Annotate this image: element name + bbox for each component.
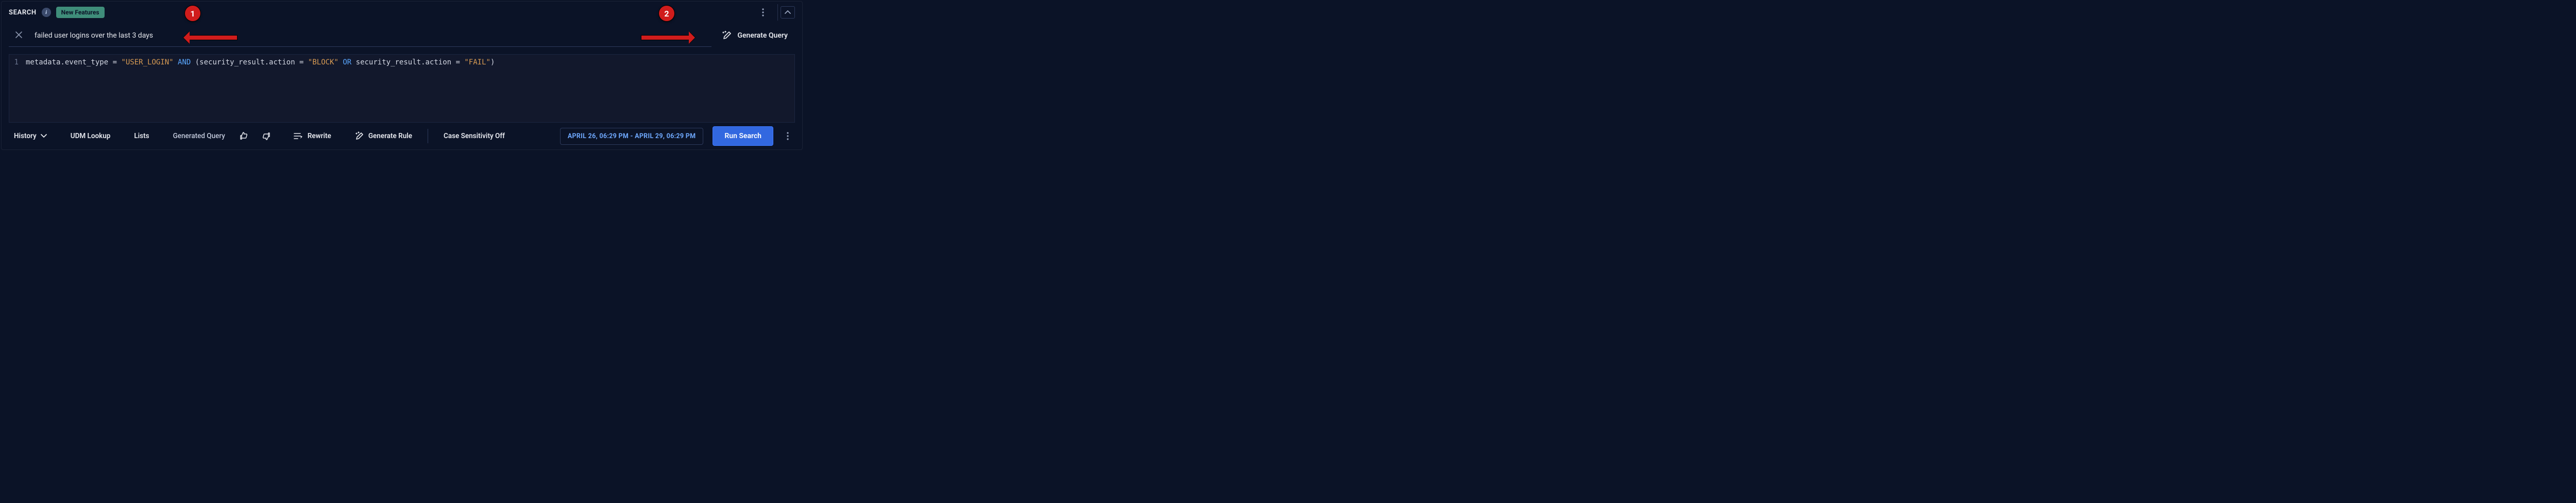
udm-lookup-button[interactable]: UDM Lookup xyxy=(65,129,116,143)
bottom-toolbar: History UDM Lookup Lists Generated Query… xyxy=(2,123,802,149)
generate-rule-button[interactable]: Generate Rule xyxy=(350,128,417,144)
search-header: SEARCH i New Features xyxy=(2,2,802,22)
thumbs-down-icon xyxy=(262,132,270,140)
search-title: SEARCH xyxy=(9,9,37,16)
natural-language-text: failed user logins over the last 3 days xyxy=(35,31,708,40)
info-icon[interactable]: i xyxy=(42,8,51,17)
clear-nl-icon[interactable] xyxy=(14,30,23,40)
natural-language-input[interactable]: failed user logins over the last 3 days xyxy=(9,24,711,47)
magic-wand-icon xyxy=(355,131,364,141)
time-range-picker[interactable]: APRIL 26, 06:29 PM - APRIL 29, 06:29 PM xyxy=(560,128,704,145)
collapse-container xyxy=(777,4,797,21)
chevron-down-icon xyxy=(41,134,47,138)
generated-query-label: Generated Query xyxy=(168,129,230,143)
collapse-button[interactable] xyxy=(781,6,795,19)
natural-language-row: failed user logins over the last 3 days … xyxy=(9,24,795,47)
run-search-button[interactable]: Run Search xyxy=(713,126,773,146)
header-kebab-menu[interactable] xyxy=(756,5,770,20)
rewrite-icon xyxy=(294,132,303,140)
rewrite-button[interactable]: Rewrite xyxy=(289,129,336,143)
query-editor[interactable]: 1 metadata.event_type = "USER_LOGIN" AND… xyxy=(9,54,795,123)
editor-gutter: 1 xyxy=(9,55,23,122)
toolbar-kebab-menu[interactable] xyxy=(781,129,795,143)
case-sensitivity-toggle[interactable]: Case Sensitivity Off xyxy=(438,129,510,143)
thumbs-up-icon xyxy=(240,132,248,140)
editor-content[interactable]: metadata.event_type = "USER_LOGIN" AND (… xyxy=(23,55,794,122)
generate-query-button[interactable]: Generate Query xyxy=(711,24,795,47)
magic-pencil-icon xyxy=(722,30,732,41)
line-number: 1 xyxy=(9,57,19,68)
lists-button[interactable]: Lists xyxy=(129,129,154,143)
new-features-badge[interactable]: New Features xyxy=(56,7,105,18)
history-button[interactable]: History xyxy=(9,129,52,143)
thumbs-up-button[interactable] xyxy=(234,129,253,143)
thumbs-down-button[interactable] xyxy=(257,129,276,143)
generate-query-label: Generate Query xyxy=(737,31,788,40)
